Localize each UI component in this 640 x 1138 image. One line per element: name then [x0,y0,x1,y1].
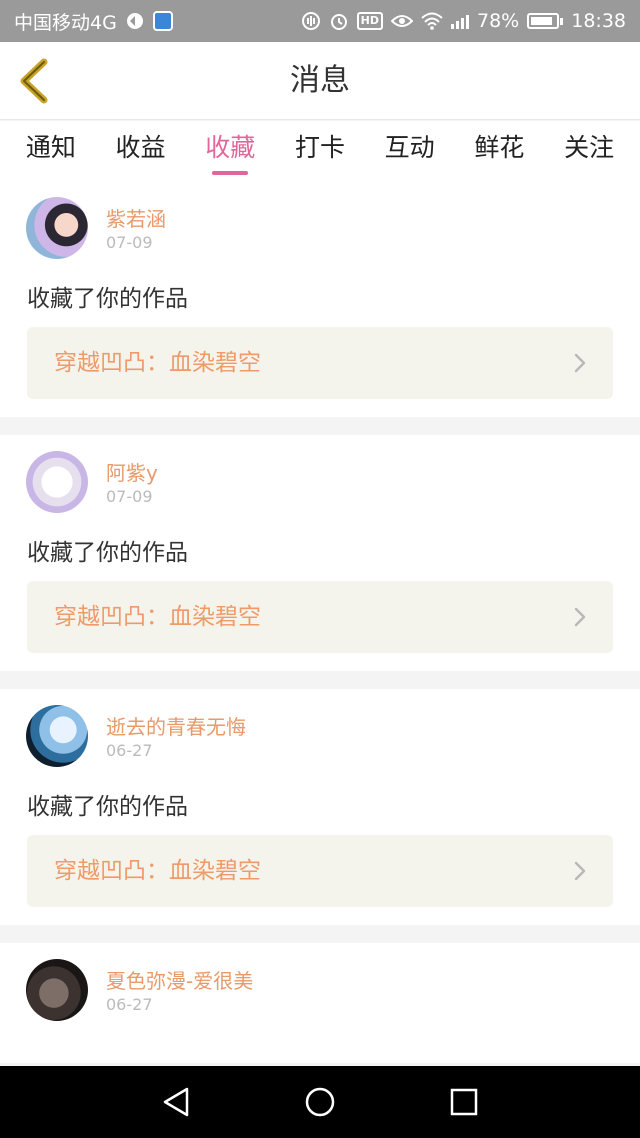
message-date: 06-27 [106,741,153,760]
work-link[interactable]: 穿越凹凸：血染碧空 [27,835,613,907]
browser-icon [125,11,145,31]
nav-recents-icon [450,1088,478,1116]
work-title: 穿越凹凸：血染碧空 [54,350,261,376]
eye-icon [391,13,413,29]
tab-checkin[interactable]: 打卡 [295,121,345,181]
message-date: 07-09 [106,233,153,252]
chevron-right-icon [574,353,586,373]
work-title: 穿越凹凸：血染碧空 [54,858,261,884]
avatar[interactable] [26,705,88,767]
avatar[interactable] [26,197,88,259]
status-left: 中国移动4G [14,8,173,35]
page-title: 消息 [290,63,350,98]
work-link[interactable]: 穿越凹凸：血染碧空 [27,581,613,653]
cell-signal-icon [451,13,469,29]
message-item: 阿紫y 07-09 收藏了你的作品 穿越凹凸：血染碧空 [0,435,640,671]
header: 消息 [0,42,640,120]
user-name[interactable]: 紫若涵 [106,203,166,232]
message-text: 收藏了你的作品 [27,540,188,566]
tab-flowers[interactable]: 鲜花 [474,121,524,181]
message-item: 紫若涵 07-09 收藏了你的作品 穿越凹凸：血染碧空 [0,181,640,417]
tab-follows[interactable]: 关注 [564,121,614,181]
clock: 18:38 [571,10,626,32]
status-right: HD 78% 18:38 [301,10,626,32]
message-item: 夏色弥漫-爱很美 06-27 [0,943,640,1063]
tab-interactions[interactable]: 互动 [385,121,435,181]
carrier-label: 中国移动4G [14,11,117,34]
tab-bar: 通知 收益 收藏 打卡 互动 鲜花 关注 [0,121,640,181]
avatar[interactable] [26,959,88,1021]
message-date: 07-09 [106,487,153,506]
chevron-right-icon [574,861,586,881]
tab-earnings[interactable]: 收益 [116,121,166,181]
message-item: 逝去的青春无悔 06-27 收藏了你的作品 穿越凹凸：血染碧空 [0,689,640,925]
wifi-icon [421,12,443,30]
work-title: 穿越凹凸：血染碧空 [54,604,261,630]
message-text: 收藏了你的作品 [27,794,188,820]
nav-home-button[interactable] [298,1080,342,1124]
status-bar: 中国移动4G HD 78% 18:38 [0,0,640,42]
shield-icon [152,11,173,31]
alarm-icon [329,11,349,31]
message-date: 06-27 [106,995,153,1014]
app-screen: 中国移动4G HD 78% 18:38 消息 通知 收益 收藏 打卡 互动 鲜花… [0,0,640,1138]
avatar[interactable] [26,451,88,513]
message-list: 紫若涵 07-09 收藏了你的作品 穿越凹凸：血染碧空 阿紫y 07-09 收藏… [0,181,640,1081]
data-saver-icon [301,11,321,31]
chevron-right-icon [574,607,586,627]
battery-icon [527,13,564,29]
battery-percent: 78% [477,10,520,32]
nav-back-button[interactable] [154,1080,198,1124]
system-nav-bar [0,1066,640,1138]
nav-recents-button[interactable] [442,1080,486,1124]
work-link[interactable]: 穿越凹凸：血染碧空 [27,327,613,399]
user-name[interactable]: 夏色弥漫-爱很美 [106,965,253,994]
tab-notifications[interactable]: 通知 [26,121,76,181]
nav-back-icon [163,1087,189,1117]
nav-home-icon [305,1087,335,1117]
message-text: 收藏了你的作品 [27,286,188,312]
tab-favorites[interactable]: 收藏 [205,121,255,181]
hd-icon: HD [356,12,383,30]
user-name[interactable]: 逝去的青春无悔 [106,711,246,740]
user-name[interactable]: 阿紫y [106,457,158,486]
